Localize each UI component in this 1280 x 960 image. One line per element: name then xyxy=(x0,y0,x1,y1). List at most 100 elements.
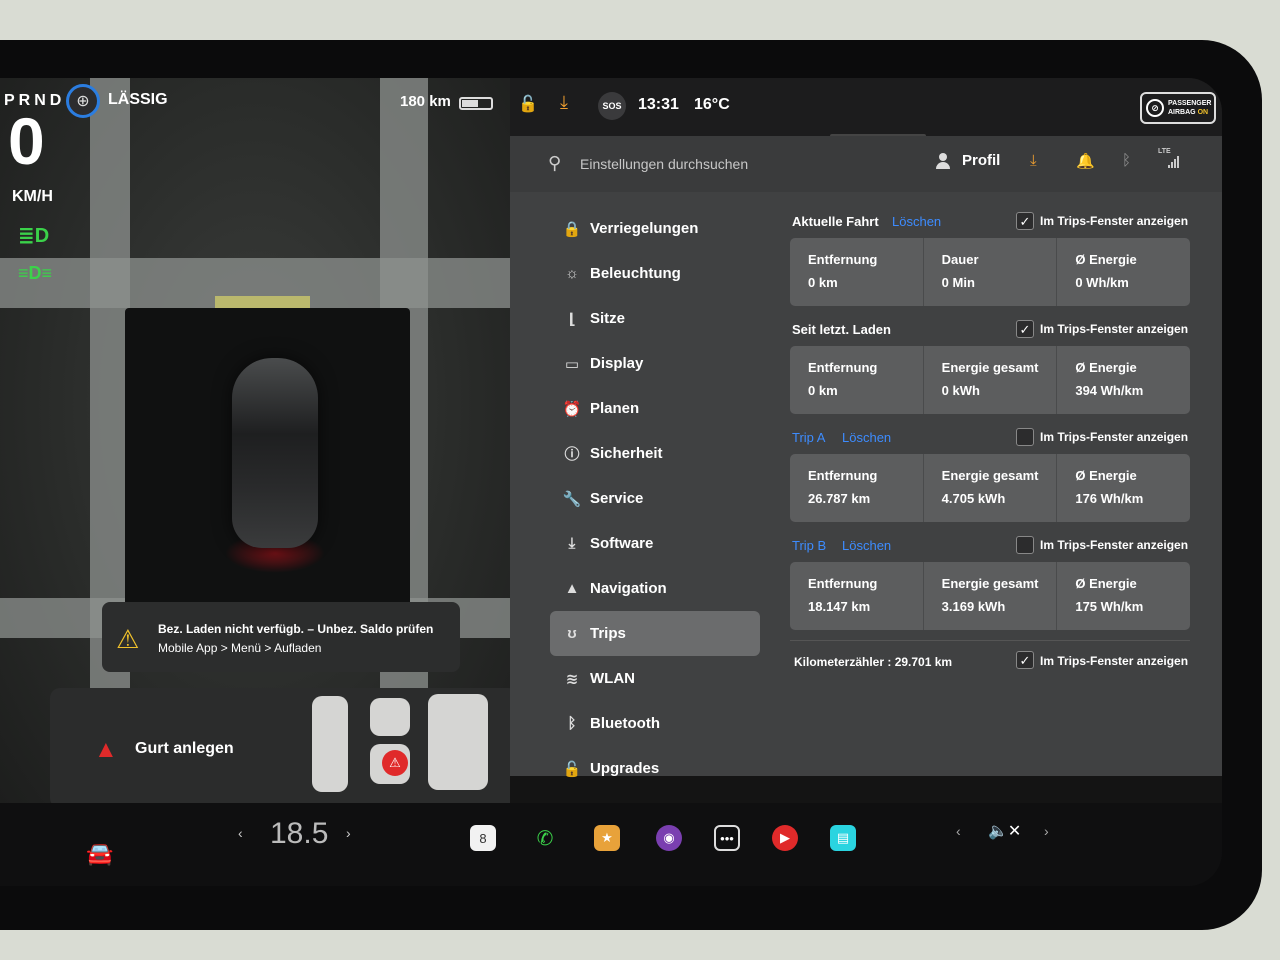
bluetooth-icon[interactable]: ᛒ xyxy=(1122,152,1131,169)
drive-mode[interactable]: LÄSSIG xyxy=(108,91,168,109)
show-in-trips-checkbox[interactable]: ✓ xyxy=(1016,212,1034,230)
trip-a-title[interactable]: Trip A xyxy=(792,430,825,445)
status-bar: 🔓 ⤓ SOS 13:31 16°C ⊘ PASSENGER AIRBAG ON xyxy=(510,78,1222,138)
stat-avg-energy: Ø Energie 175 Wh/km xyxy=(1075,576,1144,614)
menu-item-trips[interactable]: ʊ Trips xyxy=(550,611,760,656)
show-in-trips-checkbox[interactable]: ✓ xyxy=(1016,651,1034,669)
signal-icon xyxy=(1168,156,1182,168)
menu-item-planen[interactable]: ⏰ Planen xyxy=(550,386,760,431)
menu-item-upgrades[interactable]: 🔓 Upgrades xyxy=(550,746,760,791)
show-in-trips-checkbox[interactable] xyxy=(1016,536,1034,554)
show-in-trips-checkbox[interactable] xyxy=(1016,428,1034,446)
warning-text: Bez. Laden nicht verfügb. – Unbez. Saldo… xyxy=(158,622,434,636)
sos-button[interactable]: SOS xyxy=(598,92,626,120)
calendar-icon[interactable]: 8 xyxy=(470,825,496,851)
volume-up-chevron-icon[interactable]: › xyxy=(1044,823,1049,839)
menu-item-sitze[interactable]: ⌊ Sitze xyxy=(550,296,760,341)
seatbelt-text: Gurt anlegen xyxy=(135,740,234,757)
bottom-dock: 🚘 ‹ 18.5 › 8 ✆ ★ ◉ ••• ▶ ▤ ‹ 🔈✕ › xyxy=(0,803,1222,886)
show-in-trips-checkbox[interactable]: ✓ xyxy=(1016,320,1034,338)
airbag-icon: ⊘ xyxy=(1146,99,1164,117)
clear-current-button[interactable]: Löschen xyxy=(892,214,941,229)
checkbox-label: Im Trips-Fenster anzeigen xyxy=(1040,654,1189,668)
info-icon: ⓘ xyxy=(564,446,580,463)
stat-total-energy: Energie gesamt 3.169 kWh xyxy=(924,562,1058,630)
navigation-arrow-icon: ▲ xyxy=(564,580,580,597)
volume-down-chevron-icon[interactable]: ‹ xyxy=(956,823,961,839)
car-icon[interactable]: 🚘 xyxy=(86,841,113,867)
car-top-view xyxy=(232,358,318,548)
menu-item-sicherheit[interactable]: ⓘ Sicherheit xyxy=(550,431,760,476)
search-input[interactable] xyxy=(580,150,880,178)
cabin-temperature[interactable]: 18.5 xyxy=(270,817,328,851)
charging-warning[interactable]: ⚠ Bez. Laden nicht verfügb. – Unbez. Sal… xyxy=(102,602,460,672)
headlight-icon: ≣D xyxy=(18,225,50,247)
media-player-icon[interactable]: ▶ xyxy=(772,825,798,851)
odometer-row: Kilometerzähler : 29.701 km ✓ Im Trips-F… xyxy=(790,640,1190,680)
current-trip-header: Aktuelle Fahrt Löschen ✓ Im Trips-Fenste… xyxy=(790,206,1190,238)
odometer: Kilometerzähler : 29.701 km xyxy=(794,655,953,669)
section-title: Aktuelle Fahrt xyxy=(792,214,879,229)
unlock-icon[interactable]: 🔓 xyxy=(518,94,538,114)
upgrade-lock-icon: 🔓 xyxy=(562,760,582,778)
menu-item-bluetooth[interactable]: ᛒ Bluetooth xyxy=(550,701,760,746)
menu-item-wlan[interactable]: ≋ WLAN xyxy=(550,656,760,701)
phone-icon[interactable]: ✆ xyxy=(532,825,558,851)
temp-up-chevron-icon[interactable]: › xyxy=(346,825,351,841)
display-icon: ▭ xyxy=(564,355,580,373)
toybox-icon[interactable]: ★ xyxy=(594,825,620,851)
stat-duration: Dauer 0 Min xyxy=(924,238,1058,306)
battery-icon xyxy=(459,97,493,110)
more-apps-icon[interactable]: ••• xyxy=(714,825,740,851)
current-trip-stats: Entfernung 0 km Dauer 0 Min Ø Energie 0 Wh/… xyxy=(790,238,1190,306)
rear-bench xyxy=(428,694,488,790)
stat-distance: Entfernung 0 km xyxy=(790,346,924,414)
checkbox-label: Im Trips-Fenster anzeigen xyxy=(1040,538,1189,552)
trips-content: Aktuelle Fahrt Löschen ✓ Im Trips-Fenste… xyxy=(790,206,1190,680)
download-icon[interactable]: ⤓ xyxy=(1030,152,1037,169)
menu-item-display[interactable]: ▭ Display xyxy=(550,341,760,386)
stat-distance: Entfernung 26.787 km xyxy=(790,454,924,522)
drive-view: PRND ⊕ LÄSSIG 180 km 0 KM/H ≣D ≡D≡ ⚠ Bez… xyxy=(0,78,510,803)
streaming-app-icon[interactable]: ▤ xyxy=(830,825,856,851)
passenger-airbag-indicator: ⊘ PASSENGER AIRBAG ON xyxy=(1140,92,1216,124)
steering-wheel-icon[interactable]: ⊕ xyxy=(66,84,100,118)
menu-item-service[interactable]: 🔧 Service xyxy=(550,476,760,521)
mute-icon[interactable]: 🔈✕ xyxy=(988,821,1021,841)
download-icon[interactable]: ⤓ xyxy=(560,92,568,113)
bell-icon[interactable]: 🔔 xyxy=(1076,152,1095,170)
menu-item-navigation[interactable]: ▲ Navigation xyxy=(550,566,760,611)
menu-item-software[interactable]: ⤓ Software xyxy=(550,521,760,566)
warning-icon: ⚠ xyxy=(116,624,140,654)
seatbelt-alert: ▲ Gurt anlegen ⚠ xyxy=(50,688,510,803)
bluetooth-icon: ᛒ xyxy=(567,715,577,732)
speed-readout: 0 xyxy=(8,104,45,178)
checkbox-label: Im Trips-Fenster anzeigen xyxy=(1040,430,1189,444)
lock-icon: 🔒 xyxy=(562,220,582,238)
alert-icon: ▲ xyxy=(94,736,118,763)
menu-item-beleuchtung[interactable]: ☼ Beleuchtung xyxy=(550,251,760,296)
since-charge-stats: Entfernung 0 km Energie gesamt 0 kWh Ø Ene… xyxy=(790,346,1190,414)
stat-avg-energy: Ø Energie 394 Wh/km xyxy=(1075,360,1144,398)
since-charge-header: Seit letzt. Laden ✓ Im Trips-Fenster anz… xyxy=(790,314,1190,346)
trip-b-title[interactable]: Trip B xyxy=(792,538,826,553)
stat-avg-energy: Ø Energie 176 Wh/km xyxy=(1075,468,1144,506)
settings-header: ⚲ Profil ⤓ 🔔 ᛒ LTE xyxy=(510,136,1222,192)
checkbox-label: Im Trips-Fenster anzeigen xyxy=(1040,214,1189,228)
wrench-icon: 🔧 xyxy=(562,490,582,508)
menu-item-verriegelungen[interactable]: 🔒 Verriegelungen xyxy=(550,206,760,251)
seat-icon: ⌊ xyxy=(568,310,576,328)
temp-down-chevron-icon[interactable]: ‹ xyxy=(238,825,243,841)
clear-trip-a-button[interactable]: Löschen xyxy=(842,430,891,445)
profile-icon xyxy=(936,153,950,169)
seat-map: ⚠ xyxy=(312,692,507,796)
warning-subtext: Mobile App > Menü > Aufladen xyxy=(158,641,322,655)
profile-button[interactable]: Profil xyxy=(962,152,1000,169)
clear-trip-b-button[interactable]: Löschen xyxy=(842,538,891,553)
light-icon: ☼ xyxy=(565,265,579,282)
camera-icon[interactable]: ◉ xyxy=(656,825,682,851)
clock: 13:31 xyxy=(638,96,679,113)
range-readout: 180 km xyxy=(400,93,451,110)
seat-alert-icon: ⚠ xyxy=(382,750,408,776)
alarm-clock-icon: ⏰ xyxy=(562,400,582,418)
